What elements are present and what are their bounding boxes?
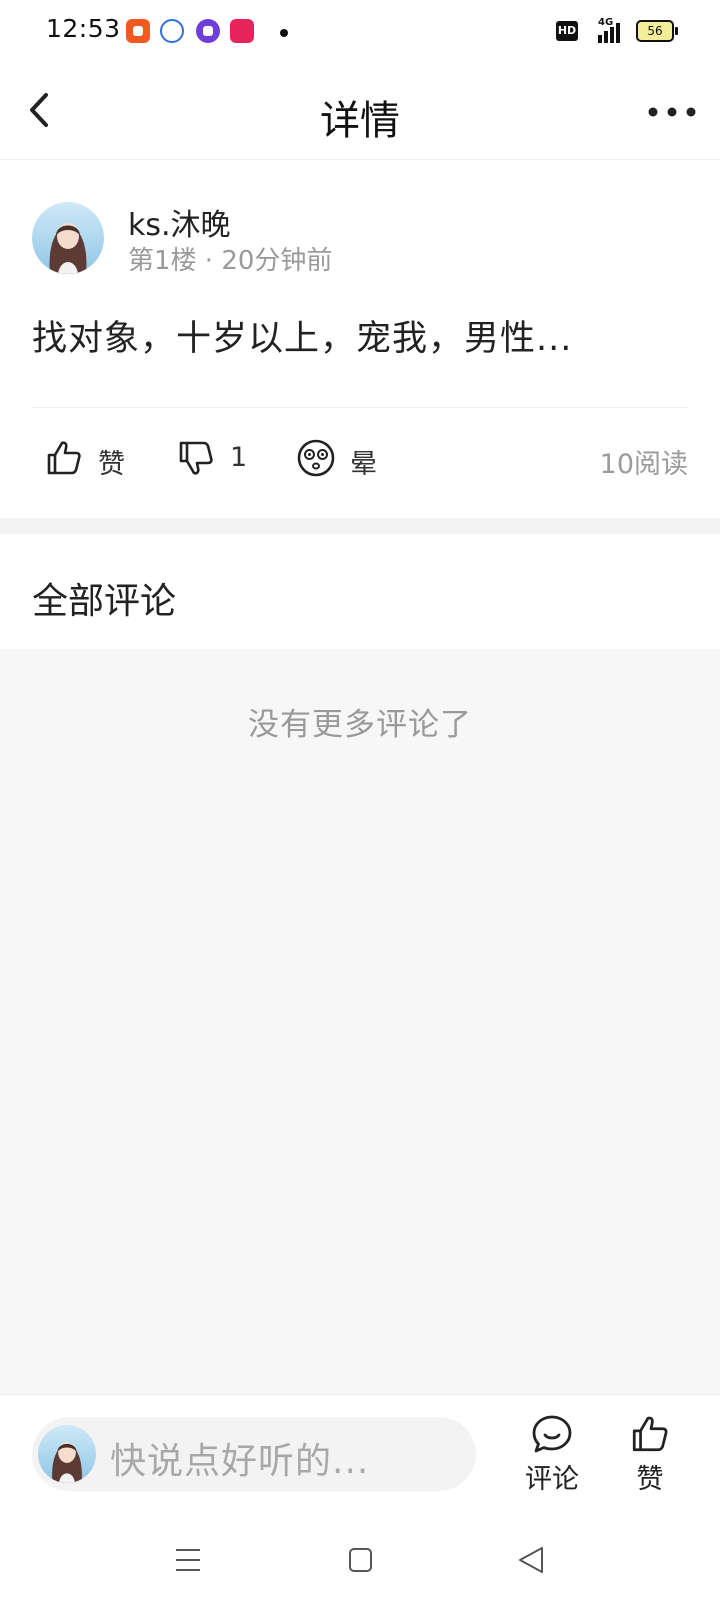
post-card: ks.沐晚 第1楼 · 20分钟前 找对象，十岁以上，宠我，男性... 赞 1 … xyxy=(0,160,720,518)
notification-dot-icon xyxy=(280,29,288,37)
top-navigation-bar: 详情 xyxy=(0,64,720,160)
status-bar: 12:53 HD 4G 56 xyxy=(0,0,720,64)
thumbs-down-icon xyxy=(179,441,213,475)
comment-button-label: 评论 xyxy=(525,1464,579,1495)
user-avatar xyxy=(38,1425,96,1483)
baidu-app-icon xyxy=(160,19,184,43)
home-button[interactable] xyxy=(340,1540,380,1580)
avatar-image xyxy=(38,1425,96,1483)
kuaishou-app-icon xyxy=(126,19,150,43)
comments-header: 全部评论 xyxy=(0,534,720,649)
more-button[interactable] xyxy=(646,94,698,130)
thumbs-up-icon xyxy=(47,441,81,475)
post-content: 找对象，十岁以上，宠我，男性... xyxy=(32,319,573,359)
dislike-button[interactable]: 1 xyxy=(176,432,256,486)
page-title: 详情 xyxy=(320,98,400,144)
post-meta: 第1楼 · 20分钟前 xyxy=(128,246,333,276)
hd-icon: HD xyxy=(556,21,578,41)
like-button[interactable]: 赞 xyxy=(44,432,134,486)
home-square-icon xyxy=(349,1548,372,1572)
recent-apps-button[interactable] xyxy=(168,1540,208,1580)
dizzy-face-icon xyxy=(297,439,335,477)
comments-title: 全部评论 xyxy=(32,581,177,622)
dizzy-button[interactable]: 晕 xyxy=(296,432,386,486)
comment-bubble-icon xyxy=(532,1415,572,1453)
author-avatar[interactable] xyxy=(32,202,104,274)
divider xyxy=(32,407,688,408)
system-navigation-bar xyxy=(0,1520,720,1600)
status-time: 12:53 xyxy=(46,14,121,43)
bottom-like-button[interactable]: 赞 xyxy=(614,1413,686,1503)
more-dots-icon xyxy=(648,107,696,117)
comment-input-placeholder: 快说点好听的... xyxy=(110,1441,370,1482)
no-more-comments-text: 没有更多评论了 xyxy=(248,707,472,743)
back-triangle-icon xyxy=(519,1547,543,1573)
comment-button[interactable]: 评论 xyxy=(516,1413,588,1503)
section-separator xyxy=(0,518,720,534)
system-back-button[interactable] xyxy=(512,1540,552,1580)
comments-list: 没有更多评论了 xyxy=(0,649,720,1394)
battery-icon: 56 xyxy=(636,20,678,42)
avatar-image xyxy=(32,202,104,274)
like-label: 赞 xyxy=(98,449,125,480)
battery-level: 56 xyxy=(647,24,663,38)
pink-app-icon xyxy=(230,19,254,43)
signal-icon: 4G xyxy=(592,17,622,43)
dislike-count: 1 xyxy=(230,442,248,473)
bottom-like-label: 赞 xyxy=(636,1464,664,1495)
author-name[interactable]: ks.沐晚 xyxy=(128,200,231,244)
purple-app-icon xyxy=(196,19,220,43)
dizzy-label: 晕 xyxy=(350,449,377,480)
bottom-action-bar: 快说点好听的... 评论 赞 xyxy=(0,1394,720,1520)
thumbs-up-icon xyxy=(632,1416,668,1452)
menu-lines-icon xyxy=(176,1549,200,1571)
read-count: 10阅读 xyxy=(599,449,688,480)
comment-input[interactable]: 快说点好听的... xyxy=(32,1417,476,1491)
